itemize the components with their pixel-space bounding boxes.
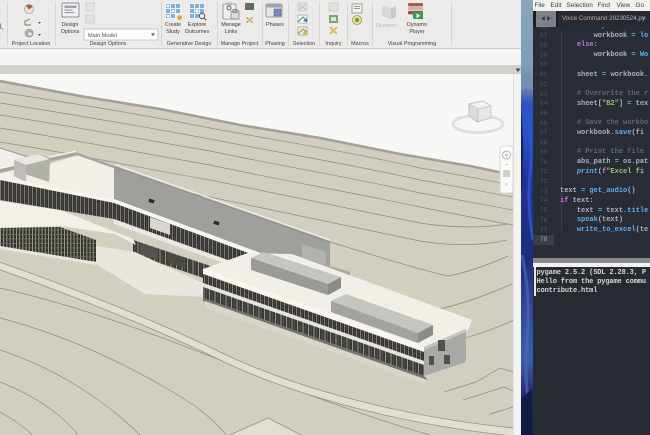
svg-text:Main Model: Main Model (88, 33, 117, 39)
svg-text:l,: l, (0, 24, 4, 31)
svg-text:Dynamo: Dynamo (376, 23, 396, 29)
